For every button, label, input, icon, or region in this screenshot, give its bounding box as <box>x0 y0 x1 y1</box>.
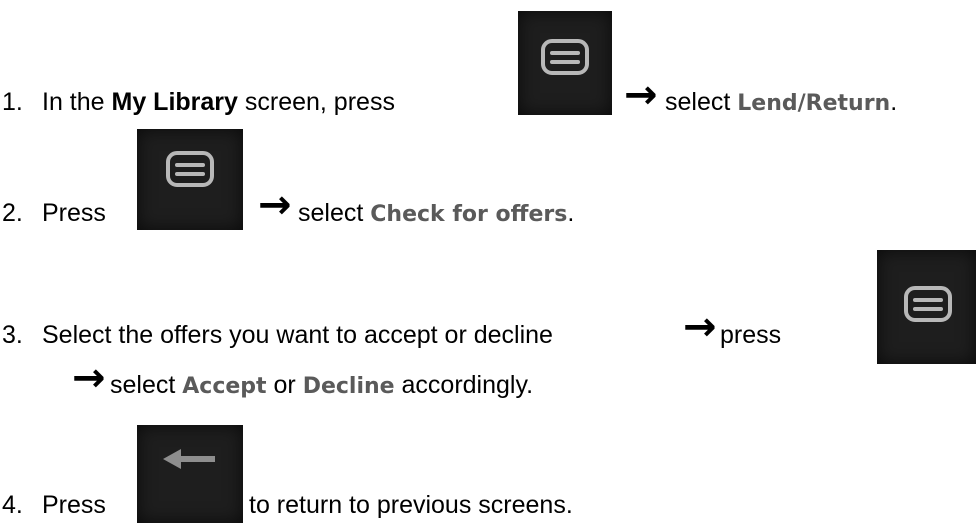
back-arrow-icon <box>163 449 215 469</box>
right-arrow-icon: → <box>624 72 658 118</box>
menu-icon <box>541 39 589 75</box>
menu-icon <box>166 151 214 187</box>
step-3-continued: select Accept or Decline accordingly. <box>110 370 533 402</box>
step-4: 4. Press <box>2 490 106 520</box>
step-text: to return to previous screens. <box>249 491 573 519</box>
step-4-continued: to return to previous screens. <box>249 490 573 520</box>
step-text: select <box>665 88 738 116</box>
accept-keyword: Accept <box>182 374 267 399</box>
step-text: select <box>110 371 183 399</box>
check-for-offers-keyword: Check for offers <box>370 202 568 227</box>
step-3-press: press <box>720 320 781 350</box>
step-number: 3. <box>2 321 23 349</box>
my-library-label: My Library <box>111 88 238 116</box>
right-arrow-icon: → <box>72 355 106 401</box>
step-text: screen, press <box>237 88 395 116</box>
step-text: accordingly. <box>394 371 534 399</box>
step-2-continued: select Check for offers. <box>298 198 574 230</box>
step-text: Select the offers you want to accept or … <box>42 321 553 349</box>
step-1: 1. In the My Library screen, press <box>2 87 395 117</box>
menu-button[interactable] <box>518 11 612 115</box>
step-1-continued: select Lend/Return. <box>665 87 897 119</box>
step-text: . <box>890 88 898 116</box>
step-text: . <box>567 199 575 227</box>
step-text: select <box>298 199 371 227</box>
right-arrow-icon: → <box>258 182 292 228</box>
step-number: 1. <box>2 88 23 116</box>
step-text: Press <box>42 199 106 227</box>
step-number: 4. <box>2 491 23 519</box>
step-2: 2. Press <box>2 198 106 228</box>
menu-button[interactable] <box>877 250 976 364</box>
right-arrow-icon: → <box>683 304 717 350</box>
step-text: press <box>720 321 782 349</box>
decline-keyword: Decline <box>302 374 395 399</box>
lend-return-keyword: Lend/Return <box>737 91 891 116</box>
step-text: In the <box>42 88 112 116</box>
menu-icon <box>904 286 952 322</box>
back-button[interactable] <box>137 425 243 523</box>
step-text: Press <box>42 491 106 519</box>
menu-button[interactable] <box>137 129 243 230</box>
step-text: or <box>266 371 303 399</box>
step-3: 3. Select the offers you want to accept o… <box>2 320 553 350</box>
step-number: 2. <box>2 199 23 227</box>
